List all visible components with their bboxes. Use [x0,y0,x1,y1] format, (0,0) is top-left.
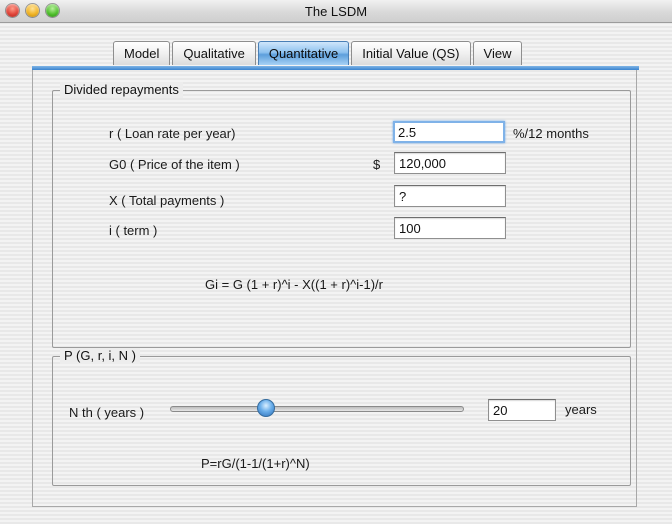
group-legend: Divided repayments [60,82,183,98]
tab-qualitative[interactable]: Qualitative [172,41,256,65]
loan-rate-unit: %/12 months [513,126,589,141]
tab-initial-value[interactable]: Initial Value (QS) [351,41,471,65]
group-legend: P (G, r, i, N ) [60,348,140,364]
currency-symbol: $ [373,157,381,172]
price-label: G0 ( Price of the item ) [109,157,240,172]
tab-bar: Model Qualitative Quantitative Initial V… [113,41,524,67]
total-payments-input[interactable] [394,185,506,207]
title-bar[interactable]: The LSDM [0,0,672,23]
p-formula: P=rG/(1-1/(1+r)^N) [201,456,310,471]
total-payments-label: X ( Total payments ) [109,193,225,208]
tab-view[interactable]: View [472,41,523,65]
repayment-formula: Gi = G (1 + r)^i - X((1 + r)^i-1)/r [205,277,383,292]
years-input[interactable] [488,399,556,421]
app-window: The LSDM Model Qualitative Quantitative … [0,0,672,524]
term-input[interactable] [394,217,506,239]
nth-years-label: N th ( years ) [69,405,145,420]
years-slider-track[interactable] [170,406,464,412]
years-unit: years [565,402,597,417]
term-label: i ( term ) [109,223,158,238]
years-slider-thumb[interactable] [257,399,275,417]
price-input[interactable] [394,152,506,174]
p-function-group: P (G, r, i, N ) [52,348,631,486]
loan-rate-input[interactable] [393,121,505,143]
loan-rate-label: r ( Loan rate per year) [109,126,236,141]
tab-model[interactable]: Model [113,41,171,65]
window-title: The LSDM [304,4,368,19]
tab-quantitative[interactable]: Quantitative [257,41,350,65]
